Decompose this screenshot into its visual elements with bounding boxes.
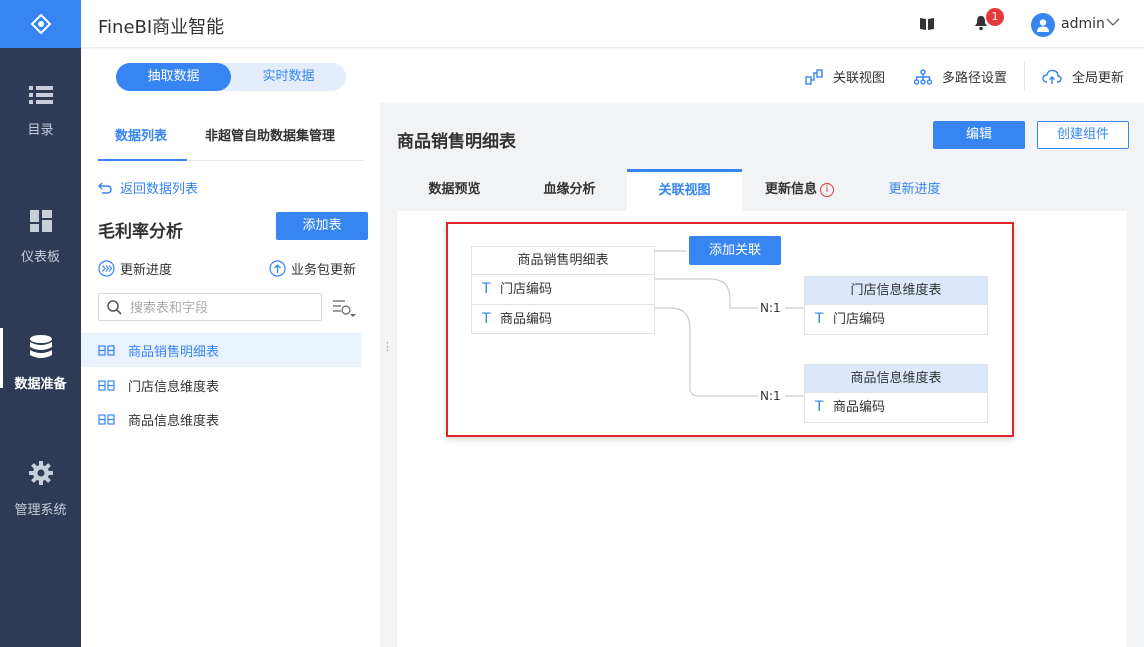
nav-item-dashboard[interactable]: 仪表板 — [0, 174, 81, 300]
tab-update-info[interactable]: 更新信息 i — [742, 169, 857, 211]
app-title: FineBI商业智能 — [98, 17, 225, 38]
username[interactable]: admin — [1061, 16, 1105, 32]
gear-icon — [28, 460, 53, 485]
info-icon: i — [820, 182, 834, 197]
text-field-icon: T — [815, 399, 824, 415]
relation-view-icon — [805, 68, 823, 85]
chevron-down-icon[interactable] — [1106, 17, 1120, 27]
main-table-node[interactable]: 商品销售明细表 T 门店编码 T 商品编码 — [471, 246, 655, 334]
search-input[interactable] — [130, 299, 310, 315]
package-update-label: 业务包更新 — [291, 263, 357, 278]
relation-view-button[interactable]: 关联视图 — [805, 67, 885, 86]
nav-label: 仪表板 — [20, 249, 60, 265]
mode-switch: 抽取数据 实时数据 — [116, 63, 346, 91]
table-icon — [98, 413, 115, 425]
nav-label: 管理系统 — [14, 502, 67, 518]
update-progress-link[interactable]: 更新进度 — [98, 259, 172, 278]
main-table-name: 商品销售明细表 — [472, 247, 654, 275]
back-to-list-link[interactable]: 返回数据列表 — [98, 178, 198, 197]
text-field-icon: T — [815, 311, 824, 327]
dimension-table-name: 商品信息维度表 — [805, 365, 987, 393]
edit-button[interactable]: 编辑 — [933, 121, 1025, 149]
user-icon — [1037, 19, 1049, 32]
data-list-panel: 数据列表 非超管自助数据集管理 返回数据列表 毛利率分析 添加表 更新进度 业务… — [81, 103, 380, 647]
field-row: T 商品编码 — [472, 304, 654, 333]
field-name: 门店编码 — [500, 282, 553, 297]
relation-diagram-frame: 商品销售明细表 T 门店编码 T 商品编码 添加关联 N:1 N:1 门店信息维度表… — [446, 222, 1014, 437]
tab-data-list[interactable]: 数据列表 — [115, 125, 167, 144]
relation-canvas: 商品销售明细表 T 门店编码 T 商品编码 添加关联 N:1 N:1 门店信息维度表… — [397, 211, 1127, 647]
cardinality-label: N:1 — [760, 301, 781, 315]
tab-lineage[interactable]: 血缘分析 — [512, 169, 627, 211]
progress-icon — [98, 260, 115, 277]
table-detail-panel: 商品销售明细表 编辑 创建组件 数据预览 血缘分析 关联视图 更新信息 i 更新进… — [380, 103, 1144, 647]
realtime-data-toggle[interactable]: 实时数据 — [231, 63, 346, 91]
table-name: 门店信息维度表 — [128, 379, 220, 395]
filter-settings-icon[interactable] — [332, 298, 356, 318]
notification-badge: 1 — [986, 8, 1004, 26]
table-list-item[interactable]: 门店信息维度表 — [81, 368, 361, 402]
package-update-link[interactable]: 业务包更新 — [269, 259, 356, 278]
extract-data-toggle[interactable]: 抽取数据 — [116, 63, 231, 91]
field-name: 商品编码 — [500, 311, 553, 327]
search-box — [98, 293, 322, 321]
logo[interactable] — [0, 0, 81, 48]
tab-relation-view[interactable]: 关联视图 — [627, 169, 742, 211]
upload-circle-icon — [269, 260, 286, 277]
active-tab-underline — [98, 159, 187, 161]
nav-item-data-prep[interactable]: 数据准备 — [0, 300, 81, 426]
table-icon — [98, 379, 115, 391]
tab-update-progress[interactable]: 更新进度 — [857, 169, 972, 211]
dimension-table-node[interactable]: 商品信息维度表 T 商品编码 — [804, 364, 988, 423]
nav-label: 数据准备 — [14, 376, 67, 392]
tab-nonadmin-dataset[interactable]: 非超管自助数据集管理 — [205, 125, 335, 144]
add-relation-button[interactable]: 添加关联 — [689, 236, 781, 265]
avatar[interactable] — [1031, 13, 1055, 37]
table-title: 商品销售明细表 — [397, 132, 516, 152]
sub-toolbar: 抽取数据 实时数据 关联视图 多路径设置 全局更新 — [81, 49, 1144, 103]
multipath-label: 多路径设置 — [942, 71, 1008, 86]
back-label: 返回数据列表 — [120, 182, 199, 197]
update-progress-label: 更新进度 — [120, 263, 173, 278]
global-update-label: 全局更新 — [1072, 71, 1125, 86]
nav-label: 目录 — [27, 122, 54, 138]
nav-item-catalog[interactable]: 目录 — [0, 48, 81, 174]
field-row: T 门店编码 — [805, 305, 987, 334]
relation-view-label: 关联视图 — [833, 71, 886, 86]
field-row: T 门店编码 — [472, 275, 654, 304]
create-component-button[interactable]: 创建组件 — [1037, 121, 1129, 149]
cloud-upload-icon — [1042, 69, 1062, 84]
dimension-table-name: 门店信息维度表 — [805, 277, 987, 305]
table-name: 商品信息维度表 — [128, 413, 220, 429]
dimension-table-node[interactable]: 门店信息维度表 T 门店编码 — [804, 276, 988, 335]
finebi-logo-icon — [30, 13, 51, 35]
field-name: 商品编码 — [833, 400, 886, 415]
cardinality-label: N:1 — [760, 389, 781, 403]
list-icon — [28, 85, 53, 104]
help-book-icon[interactable] — [919, 17, 935, 31]
search-icon — [107, 299, 122, 315]
back-arrow-icon — [98, 182, 112, 194]
text-field-icon: T — [482, 310, 491, 327]
hierarchy-icon — [914, 68, 932, 85]
dashboard-icon — [29, 209, 52, 232]
database-icon — [29, 334, 52, 358]
tab-data-preview[interactable]: 数据预览 — [397, 169, 512, 211]
field-row: T 商品编码 — [805, 393, 987, 422]
text-field-icon: T — [482, 281, 491, 297]
left-nav: 目录 仪表板 数据准备 管理系统 — [0, 0, 81, 647]
global-update-button[interactable]: 全局更新 — [1042, 67, 1124, 86]
add-table-button[interactable]: 添加表 — [276, 212, 368, 240]
multipath-settings-button[interactable]: 多路径设置 — [914, 67, 1007, 86]
table-icon — [98, 344, 115, 356]
table-name: 商品销售明细表 — [128, 344, 220, 360]
toolbar-divider — [1024, 61, 1025, 91]
field-name: 门店编码 — [833, 312, 886, 327]
top-header: FineBI商业智能 1 admin — [81, 0, 1144, 48]
table-list-item[interactable]: 商品信息维度表 — [81, 402, 361, 436]
table-list-item[interactable]: 商品销售明细表 — [81, 333, 361, 367]
tab-update-info-label: 更新信息 — [764, 182, 817, 197]
nav-item-admin[interactable]: 管理系统 — [0, 426, 81, 552]
package-title: 毛利率分析 — [98, 222, 183, 242]
